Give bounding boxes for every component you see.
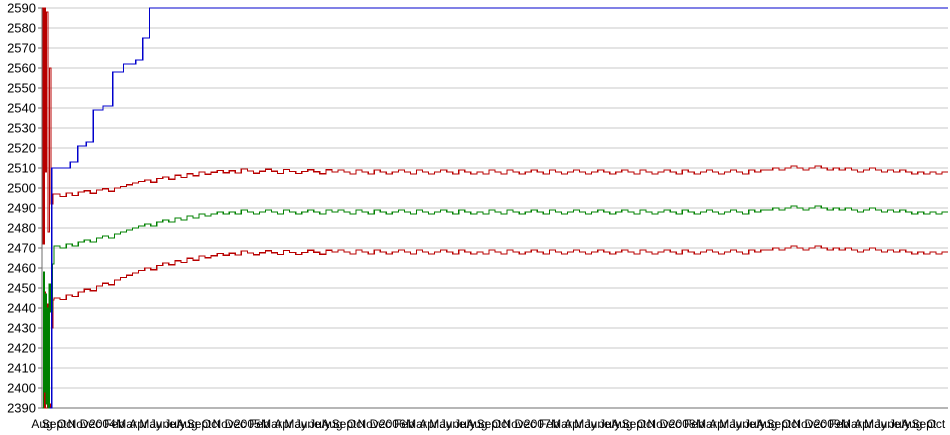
y-tick-label: 2500	[7, 181, 36, 196]
y-tick-label: 2580	[7, 21, 36, 36]
y-tick-label: 2520	[7, 141, 36, 156]
y-tick-label: 2430	[7, 321, 36, 336]
y-tick-label: 2570	[7, 41, 36, 56]
y-tick-label: 2550	[7, 81, 36, 96]
y-tick-label: 2560	[7, 61, 36, 76]
y-tick-label: 2410	[7, 361, 36, 376]
y-tick-label: 2540	[7, 101, 36, 116]
x-tick-label: Oct	[927, 417, 946, 431]
y-tick-label: 2450	[7, 281, 36, 296]
y-tick-label: 2390	[7, 401, 36, 416]
y-tick-label: 2420	[7, 341, 36, 356]
y-tick-label: 2470	[7, 241, 36, 256]
rating-history-chart: 2390 2400 2410 2420 2430 2440 2450 2460 2470 2480…	[0, 0, 950, 435]
y-tick-label: 2460	[7, 261, 36, 276]
y-tick-label: 2530	[7, 121, 36, 136]
y-tick-label: 2440	[7, 301, 36, 316]
chart-canvas: 2390 2400 2410 2420 2430 2440 2450 2460 2470 2480…	[7, 1, 948, 431]
y-tick-label: 2490	[7, 201, 36, 216]
series-lower-bound-line	[43, 245, 948, 409]
y-tick-label: 2510	[7, 161, 36, 176]
y-tick-label: 2480	[7, 221, 36, 236]
series-rating-line	[42, 205, 948, 409]
y-tick-label: 2590	[7, 1, 36, 16]
y-tick-label: 2400	[7, 381, 36, 396]
